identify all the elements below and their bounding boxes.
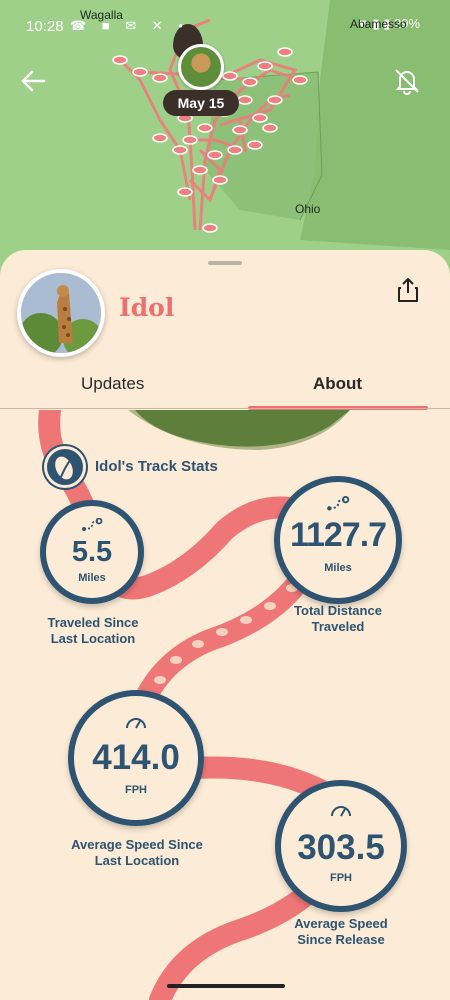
map-view[interactable]: 10:28 ☎ ■ ✉ ✕ • ▼ ▮ ▮ 29% Wagalla Abames… <box>0 0 450 280</box>
status-time: 10:28 <box>26 18 64 35</box>
track-stats-logo-icon <box>44 446 86 488</box>
stat-traveled-since-last: 5.5 Miles <box>40 500 144 604</box>
stat-unit: Miles <box>324 562 352 574</box>
tab-updates[interactable]: Updates <box>81 374 144 394</box>
map-label-ohio: Ohio <box>295 202 321 216</box>
back-arrow-icon[interactable] <box>16 64 50 98</box>
stat-caption: Average Speed Since Last Location <box>71 837 203 868</box>
stat-value: 414.0 <box>92 738 180 777</box>
stat-value: 5.5 <box>71 536 113 568</box>
stat-speed-since-last: 414.0 FPH <box>68 690 204 826</box>
stat-value: 1127.7 <box>289 516 387 554</box>
stat-caption: Traveled Since Last Location <box>47 615 139 646</box>
stat-value: 303.5 <box>297 828 385 867</box>
route-icon <box>327 496 350 511</box>
stat-caption: Total Distance Traveled <box>294 603 382 634</box>
home-indicator[interactable] <box>167 984 285 988</box>
sheet-drag-handle[interactable] <box>208 261 242 265</box>
stat-total-distance: 1127.7 Miles <box>274 476 402 604</box>
profile-name: Idol <box>119 293 175 322</box>
route-icon <box>82 518 103 531</box>
stat-unit: FPH <box>330 872 352 884</box>
track-stats-title: Idol's Track Stats <box>95 458 218 475</box>
stat-unit: Miles <box>78 572 106 584</box>
stat-caption: Average Speed Since Release <box>294 916 388 947</box>
giraffe-photo-icon <box>21 273 101 353</box>
tab-about[interactable]: About <box>313 374 362 394</box>
about-content[interactable]: Idol's Track Stats 5.5 Miles Traveled Si… <box>0 410 450 1000</box>
map-label-abameno: Abamesso <box>350 17 407 31</box>
bell-off-icon[interactable] <box>392 66 422 96</box>
tab-divider <box>0 408 450 409</box>
speedometer-icon <box>126 718 146 729</box>
profile-avatar <box>17 269 105 357</box>
date-pill[interactable]: May 15 <box>163 90 239 116</box>
map-label-wagalla: Wagalla <box>80 8 123 22</box>
speedometer-icon <box>331 806 351 817</box>
stat-unit: FPH <box>125 784 147 796</box>
tab-bar: Updates About <box>0 368 450 410</box>
share-icon[interactable] <box>396 277 420 303</box>
bottom-sheet: Idol Updates About Idol's Track Stats 5.… <box>0 250 450 1000</box>
stat-speed-since-release: 303.5 FPH <box>275 780 407 912</box>
screen: 10:28 ☎ ■ ✉ ✕ • ▼ ▮ ▮ 29% Wagalla Abames… <box>0 0 450 1000</box>
